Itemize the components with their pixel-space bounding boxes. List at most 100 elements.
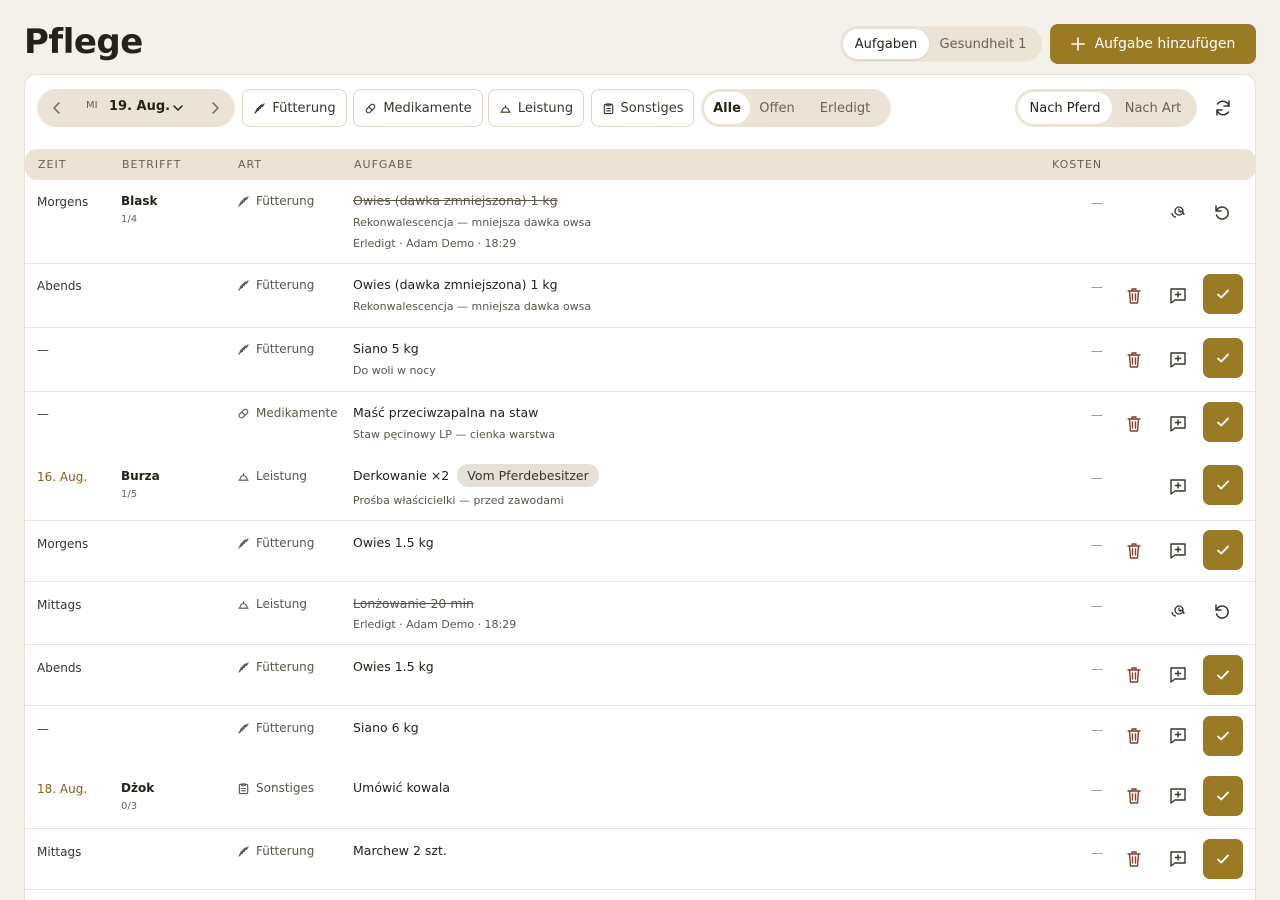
- row-horse[interactable]: Burza: [121, 469, 160, 483]
- filter-other[interactable]: Sonstiges: [591, 89, 694, 127]
- row-type: Fütterung: [237, 342, 314, 356]
- comment-plus-icon[interactable]: [1168, 726, 1190, 748]
- filter-service[interactable]: Leistung: [488, 89, 584, 127]
- row-count: 1/4: [121, 214, 138, 225]
- add-task-button[interactable]: Aufgabe hinzufügen: [1050, 24, 1256, 64]
- table-row[interactable]: Mittags Leistung Lonżowanie 20 min Erled…: [25, 582, 1256, 645]
- table-row[interactable]: 16. Aug. Burza 1/5 Leistung Derkowanie ×…: [25, 455, 1256, 521]
- header-time: ZEIT: [38, 158, 67, 171]
- chevron-left-icon[interactable]: [49, 100, 65, 116]
- date-navigator: MI 19. Aug.: [37, 89, 235, 127]
- status-all[interactable]: Alle: [704, 92, 750, 124]
- complete-button[interactable]: [1203, 716, 1243, 756]
- table-row[interactable]: Abends Fütterung Owies (dawka zmniejszon…: [25, 264, 1256, 328]
- trash-icon[interactable]: [1124, 350, 1146, 372]
- row-type: Leistung: [237, 469, 307, 483]
- table-header: ZEIT BETRIFFT ART AUFGABE KOSTEN: [25, 149, 1256, 180]
- comment-plus-icon[interactable]: [1168, 786, 1190, 808]
- row-date: 18. Aug.: [37, 782, 88, 796]
- row-note: Rekonwalescencja — mniejsza dawka owsa: [353, 216, 592, 229]
- trash-icon[interactable]: [1124, 541, 1146, 563]
- row-task: Siano 6 kg: [353, 720, 419, 735]
- wheat-icon: [237, 722, 250, 735]
- row-task-label: Derkowanie ×2: [353, 468, 450, 483]
- group-by-type[interactable]: Nach Art: [1112, 92, 1194, 124]
- comment-plus-icon[interactable]: [1168, 477, 1190, 499]
- comment-plus-icon[interactable]: [1168, 414, 1190, 436]
- row-horse[interactable]: Blask: [121, 194, 157, 208]
- row-horse[interactable]: Dżok: [121, 781, 154, 795]
- complete-button[interactable]: [1203, 839, 1243, 879]
- grouping-toggle: Nach Pferd Nach Art: [1015, 89, 1197, 127]
- chevron-right-icon[interactable]: [207, 100, 223, 116]
- row-cost: —: [1091, 344, 1103, 358]
- trash-icon[interactable]: [1124, 665, 1146, 687]
- pill-icon: [364, 102, 377, 115]
- table-row[interactable]: — Fütterung Siano 5 kg Do woli w nocy —: [25, 328, 1256, 392]
- row-count: 0/3: [121, 801, 138, 812]
- row-cost: —: [1091, 538, 1103, 552]
- status-done[interactable]: Erledigt: [804, 92, 886, 124]
- complete-button[interactable]: [1203, 655, 1243, 695]
- trash-icon[interactable]: [1124, 849, 1146, 871]
- row-type-label: Medikamente: [256, 406, 338, 420]
- row-task: Owies 1.5 kg: [353, 659, 434, 674]
- check-icon: [1215, 851, 1231, 867]
- comment-plus-icon[interactable]: [1168, 350, 1190, 372]
- comment-plus-icon[interactable]: [1168, 541, 1190, 563]
- complete-button[interactable]: [1203, 530, 1243, 570]
- row-type: Medikamente: [237, 406, 338, 420]
- refresh-icon[interactable]: [1213, 98, 1233, 118]
- complete-button[interactable]: [1203, 274, 1243, 314]
- row-note: Staw pęcinowy LP — cienka warstwa: [353, 428, 556, 441]
- comment-plus-icon[interactable]: [1168, 286, 1190, 308]
- complete-button[interactable]: [1203, 402, 1243, 442]
- check-icon: [1215, 477, 1231, 493]
- undo-icon[interactable]: [1212, 203, 1234, 225]
- status-open[interactable]: Offen: [750, 92, 804, 124]
- group-by-horse[interactable]: Nach Pferd: [1018, 92, 1112, 124]
- chevron-down-icon[interactable]: [171, 101, 185, 115]
- history-icon[interactable]: [1168, 203, 1190, 225]
- row-type-label: Fütterung: [256, 660, 315, 674]
- header-type: ART: [238, 158, 263, 171]
- clipboard-icon: [237, 782, 250, 795]
- row-type-label: Fütterung: [256, 844, 315, 858]
- table-row[interactable]: Abends Fütterung Owies 1.5 kg —: [25, 645, 1256, 706]
- row-time: —: [37, 343, 49, 357]
- tab-health[interactable]: Gesundheit 1: [929, 29, 1037, 59]
- pill-icon: [237, 407, 250, 420]
- tasks-panel: MI 19. Aug. Fütterung Medikamente Leistu…: [24, 74, 1256, 900]
- trash-icon[interactable]: [1124, 414, 1146, 436]
- complete-button[interactable]: [1203, 465, 1243, 505]
- row-cost: —: [1091, 471, 1103, 485]
- filter-medication[interactable]: Medikamente: [353, 89, 483, 127]
- table-row[interactable]: Morgens Blask 1/4 Fütterung Owies (dawka…: [25, 180, 1256, 264]
- filter-feeding[interactable]: Fütterung: [242, 89, 347, 127]
- history-icon[interactable]: [1168, 602, 1190, 624]
- undo-icon[interactable]: [1212, 602, 1234, 624]
- complete-button[interactable]: [1203, 338, 1243, 378]
- trash-icon[interactable]: [1124, 286, 1146, 308]
- comment-plus-icon[interactable]: [1168, 665, 1190, 687]
- current-date[interactable]: 19. Aug.: [109, 99, 170, 114]
- table-row[interactable]: — Fütterung Siano 6 kg —: [25, 706, 1256, 766]
- table-row[interactable]: Mittags Fütterung Marchew 2 szt. —: [25, 829, 1256, 890]
- table-row[interactable]: Morgens Fütterung Owies 1.5 kg —: [25, 521, 1256, 582]
- tab-tasks[interactable]: Aufgaben: [843, 29, 929, 59]
- table-row[interactable]: — Medikamente Maść przeciwzapalna na sta…: [25, 392, 1256, 455]
- filter-medication-label: Medikamente: [383, 100, 472, 116]
- wheat-icon: [237, 537, 250, 550]
- row-type: Leistung: [237, 597, 307, 611]
- complete-button[interactable]: [1203, 776, 1243, 816]
- row-date: 16. Aug.: [37, 470, 88, 484]
- add-task-label: Aufgabe hinzufügen: [1094, 36, 1236, 52]
- trash-icon[interactable]: [1124, 786, 1146, 808]
- comment-plus-icon[interactable]: [1168, 849, 1190, 871]
- trash-icon[interactable]: [1124, 726, 1146, 748]
- view-toggle: Aufgaben Gesundheit 1: [840, 26, 1042, 62]
- row-note: Do woli w nocy: [353, 364, 436, 377]
- row-type-label: Fütterung: [256, 342, 315, 356]
- row-type-label: Leistung: [256, 469, 307, 483]
- table-row[interactable]: 18. Aug. Dżok 0/3 Sonstiges Umówić kowal…: [25, 766, 1256, 829]
